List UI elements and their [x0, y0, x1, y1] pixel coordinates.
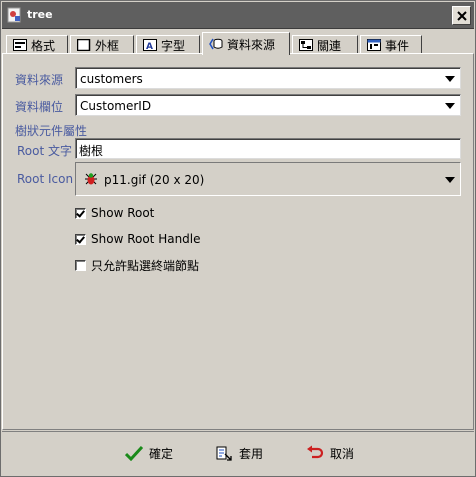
dialog-window: tree 格式 外框 A 字型 資料來源 關連 事件 資料來源 customer… — [0, 0, 476, 477]
svg-text:A: A — [146, 42, 153, 51]
tab-label: 關連 — [317, 38, 342, 53]
datasource-icon — [209, 38, 223, 50]
tab-bar: 格式 外框 A 字型 資料來源 關連 事件 — [2, 32, 474, 55]
tab-font[interactable]: A 字型 — [136, 35, 200, 54]
datasource-value: customers — [80, 72, 143, 86]
apply-button[interactable]: 套用 — [215, 443, 263, 463]
tab-label: 字型 — [161, 38, 186, 53]
ok-button[interactable]: 確定 — [125, 443, 173, 463]
field-select[interactable]: CustomerID — [75, 94, 461, 116]
apply-icon — [216, 446, 232, 461]
field-label: 資料欄位 — [15, 100, 64, 114]
leaf-only-checkbox[interactable]: 只允許點選終端節點 — [75, 257, 199, 273]
cancel-button[interactable]: 取消 — [306, 443, 354, 463]
tab-format[interactable]: 格式 — [6, 35, 68, 54]
leaf-only-label: 只允許點選終端節點 — [91, 258, 200, 273]
show-root-handle-checkbox[interactable]: Show Root Handle — [75, 231, 201, 247]
checkbox-checked-icon[interactable] — [75, 207, 86, 219]
checkbox-unchecked-icon[interactable] — [75, 259, 86, 271]
event-icon — [367, 39, 381, 51]
chevron-down-icon — [445, 103, 455, 109]
root-icon-value: p11.gif (20 x 20) — [104, 173, 205, 187]
ok-label: 確定 — [149, 446, 174, 461]
tab-label: 格式 — [31, 38, 56, 53]
section-title: 樹狀元件屬性 — [15, 124, 88, 138]
undo-icon — [307, 445, 324, 459]
tab-label: 資料來源 — [227, 37, 276, 52]
checkmark-icon — [125, 445, 143, 461]
checkbox-checked-icon[interactable] — [75, 233, 86, 245]
tab-relation[interactable]: 關連 — [292, 35, 358, 54]
tab-border[interactable]: 外框 — [70, 35, 134, 54]
button-bar: 確定 套用 取消 — [2, 431, 474, 475]
title-bar[interactable]: tree — [2, 2, 474, 29]
root-text-input[interactable]: 樹根 — [75, 138, 461, 159]
cancel-label: 取消 — [330, 446, 355, 461]
bug-icon — [85, 173, 97, 185]
font-icon: A — [143, 39, 157, 51]
apply-label: 套用 — [239, 446, 264, 461]
show-root-checkbox[interactable]: Show Root — [75, 205, 154, 221]
tab-label: 外框 — [95, 38, 120, 53]
border-icon — [77, 39, 91, 51]
datasource-panel: 資料來源 customers 資料欄位 CustomerID 樹狀元件屬性 Ro… — [2, 53, 474, 430]
datasource-select[interactable]: customers — [75, 67, 461, 89]
chevron-down-icon — [445, 76, 455, 82]
window-title: tree — [27, 8, 53, 21]
tab-event[interactable]: 事件 — [360, 35, 422, 54]
close-icon — [456, 10, 467, 21]
datasource-label: 資料來源 — [15, 73, 64, 87]
close-button[interactable] — [452, 6, 471, 25]
chevron-down-icon — [445, 177, 455, 183]
app-icon — [7, 7, 23, 24]
field-value: CustomerID — [80, 99, 152, 113]
show-root-handle-label: Show Root Handle — [91, 232, 201, 246]
root-icon-select[interactable]: p11.gif (20 x 20) — [75, 162, 461, 196]
show-root-label: Show Root — [91, 206, 155, 220]
format-icon — [13, 39, 27, 51]
tab-label: 事件 — [385, 38, 410, 53]
root-text-label: Root 文字 — [17, 144, 73, 158]
relation-icon — [299, 39, 313, 51]
root-icon-label: Root Icon — [17, 172, 74, 186]
tab-datasource[interactable]: 資料來源 — [202, 32, 290, 55]
root-text-value: 樹根 — [79, 144, 104, 158]
